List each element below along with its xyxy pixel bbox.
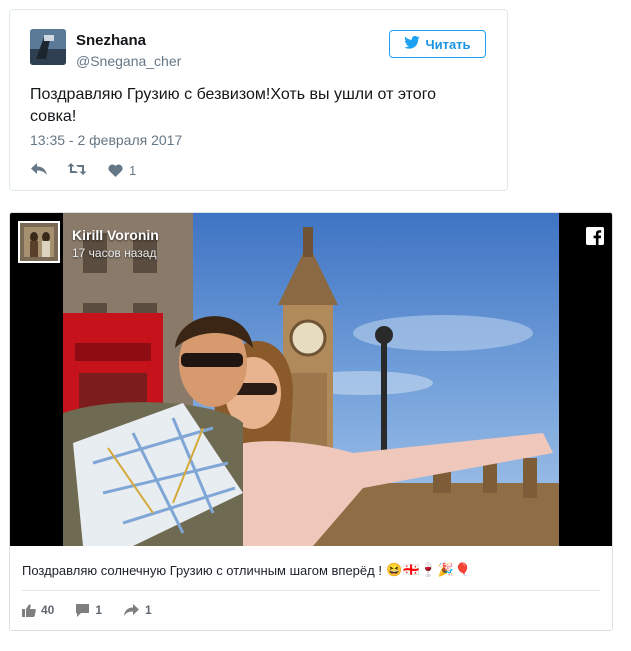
share-count: 1: [145, 603, 152, 617]
comment-button[interactable]: 1: [76, 603, 102, 617]
share-button[interactable]: 1: [124, 603, 152, 617]
post-author-name[interactable]: Kirill Voronin: [72, 227, 159, 243]
post-text: Поздравляю солнечную Грузию с отличным ш…: [22, 562, 382, 578]
like-count: 1: [129, 162, 137, 178]
wine-glass-emoji: 🍷: [420, 562, 437, 577]
post-actions: 40 1 1: [22, 603, 152, 617]
post-photo-container: Kirill Voronin 17 часов назад: [10, 213, 612, 546]
tweet-actions: 1: [30, 160, 136, 180]
party-popper-emoji: 🎉: [437, 562, 454, 577]
comment-count: 1: [95, 603, 103, 617]
like-button[interactable]: 40: [22, 603, 54, 617]
like-button[interactable]: 1: [108, 163, 136, 178]
like-count: 40: [41, 603, 55, 617]
tweet-card: Snezhana @Snegana_cher Читать Поздравляю…: [9, 9, 508, 191]
reply-button[interactable]: [30, 162, 48, 179]
heart-icon: [108, 163, 123, 177]
facebook-post-card: Kirill Voronin 17 часов назад Поздравляю…: [9, 212, 613, 631]
tweet-author-handle[interactable]: @Snegana_cher: [76, 53, 181, 69]
follow-label: Читать: [425, 36, 471, 52]
post-divider: [22, 590, 600, 591]
tweet-timestamp[interactable]: 13:35 - 2 февраля 2017: [30, 132, 182, 148]
facebook-logo-icon[interactable]: [586, 227, 604, 245]
twitter-bird-icon: [404, 35, 421, 52]
georgia-flag-emoji: 🇬🇪: [403, 562, 420, 577]
balloon-emoji: 🎈: [454, 562, 471, 577]
follow-button[interactable]: Читать: [389, 30, 486, 58]
tweet-author-name[interactable]: Snezhana: [76, 32, 146, 49]
post-time-ago[interactable]: 17 часов назад: [72, 246, 156, 260]
comment-icon: [76, 603, 90, 617]
post-text-row: Поздравляю солнечную Грузию с отличным ш…: [22, 562, 471, 578]
retweet-button[interactable]: [67, 162, 87, 179]
post-photo[interactable]: [63, 213, 559, 546]
like-icon: [22, 603, 36, 617]
tweet-author-avatar[interactable]: [30, 29, 66, 65]
tweet-text: Поздравляю Грузию с безвизом!Хоть вы ушл…: [30, 86, 437, 125]
reply-icon: [30, 162, 48, 179]
laughing-emoji: 😆: [385, 562, 403, 577]
share-icon: [124, 604, 140, 616]
retweet-icon: [67, 162, 87, 179]
post-author-avatar[interactable]: [18, 221, 60, 263]
